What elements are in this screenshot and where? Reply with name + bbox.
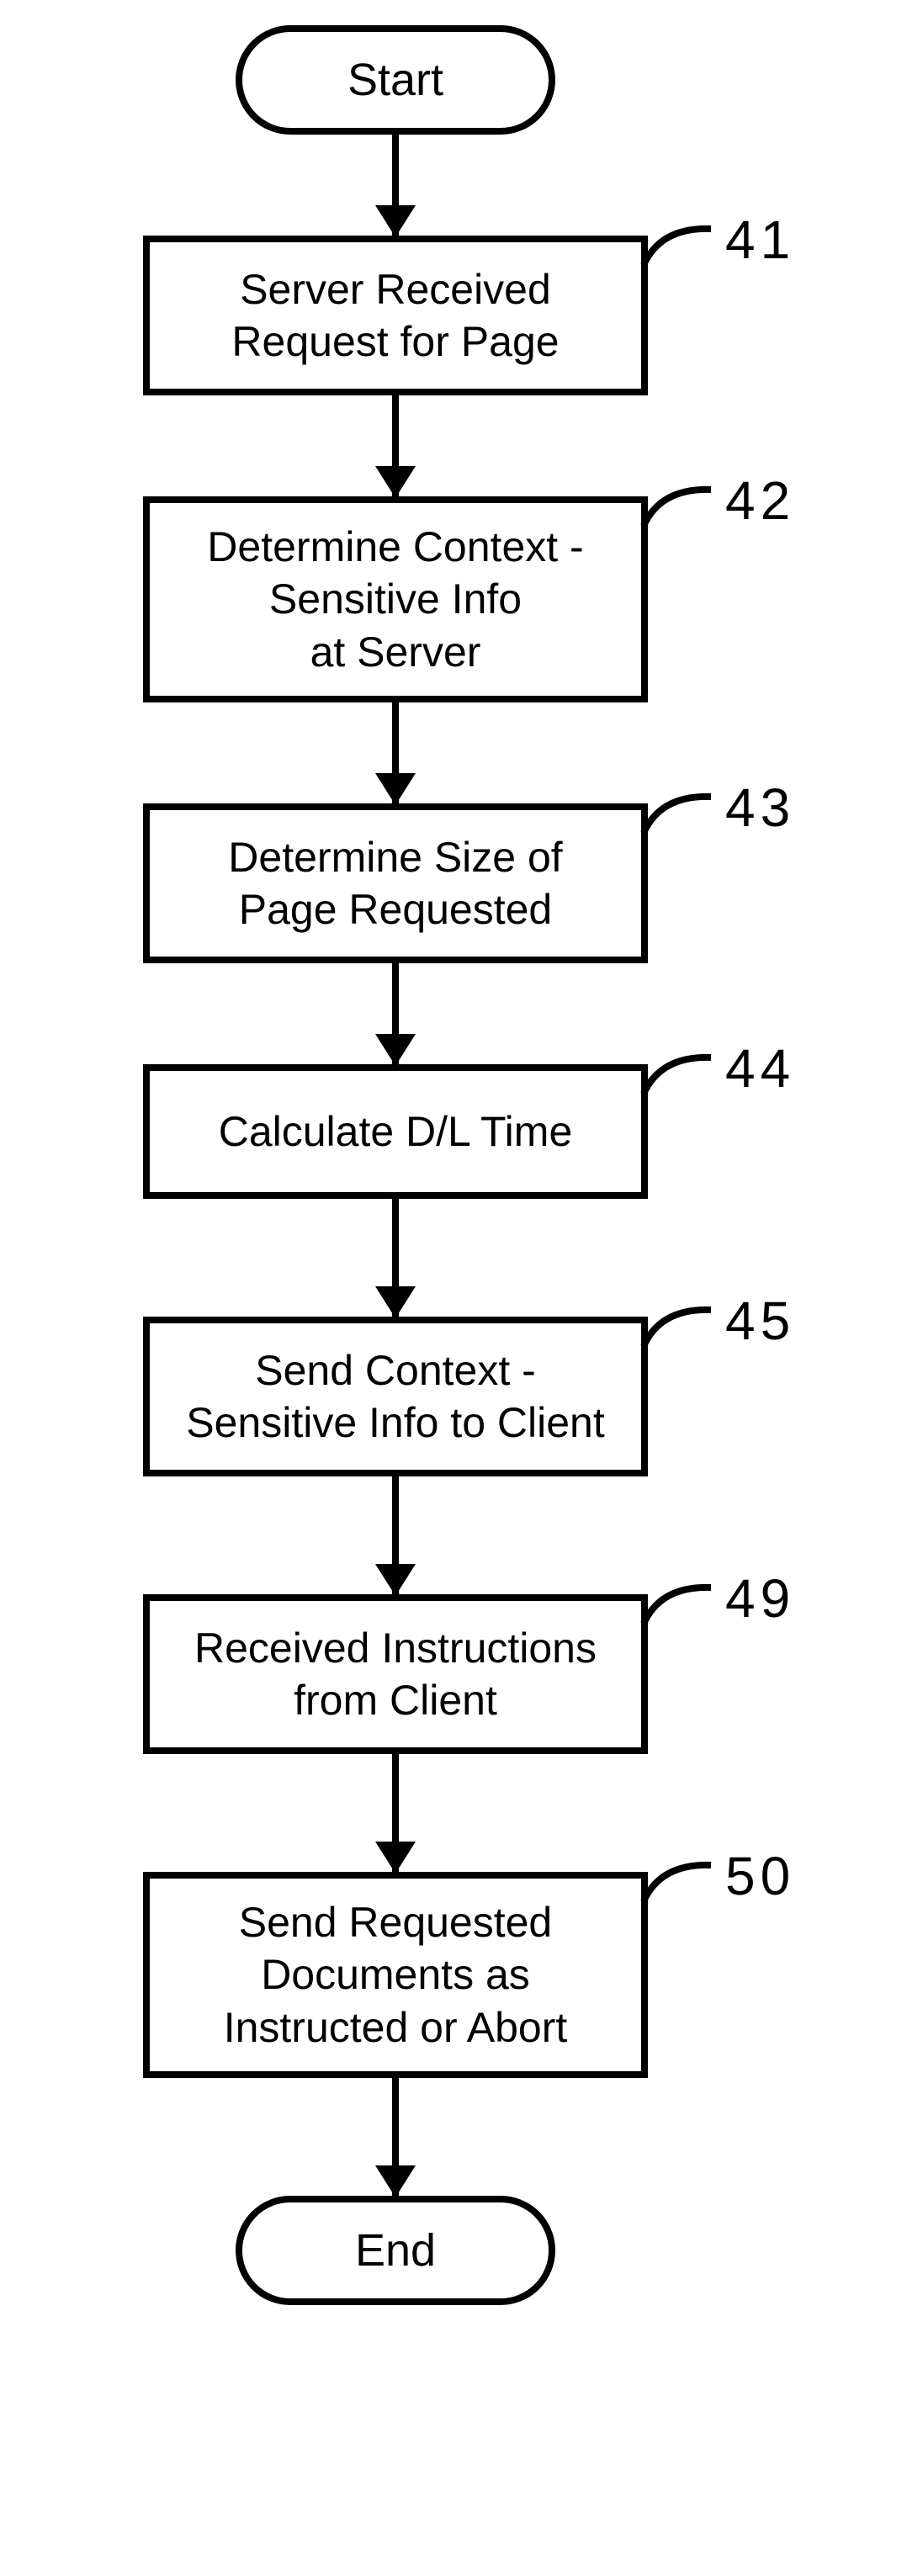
- text-line: from Client: [294, 1677, 497, 1724]
- callout-tick-44: [639, 1047, 715, 1106]
- callout-tick-42: [639, 480, 715, 538]
- text-line: Sensitive Info: [269, 575, 522, 623]
- arrow-45-49: [392, 1476, 399, 1594]
- label-49: 49: [725, 1567, 795, 1630]
- text-line: Received Instructions: [194, 1625, 597, 1672]
- process-43-text: Determine Size of Page Requested: [228, 831, 562, 936]
- text-line: Sensitive Info to Client: [186, 1399, 605, 1446]
- label-43: 43: [725, 777, 795, 839]
- text-line: Request for Page: [231, 318, 559, 365]
- callout-tick-50: [639, 1855, 715, 1914]
- process-45: Send Context - Sensitive Info to Client: [143, 1317, 648, 1476]
- callout-tick-41: [639, 219, 715, 278]
- label-44: 44: [725, 1037, 795, 1100]
- text-line: Calculate D/L Time: [219, 1108, 573, 1155]
- arrow-41-42: [392, 395, 399, 496]
- label-50: 50: [725, 1845, 795, 1907]
- process-49: Received Instructions from Client: [143, 1594, 648, 1754]
- process-49-text: Received Instructions from Client: [194, 1622, 597, 1727]
- process-50: Send Requested Documents as Instructed o…: [143, 1872, 648, 2078]
- process-41-text: Server Received Request for Page: [231, 263, 559, 368]
- start-text: Start: [347, 54, 443, 106]
- text-line: Documents as: [261, 1951, 530, 1998]
- process-45-text: Send Context - Sensitive Info to Client: [186, 1344, 605, 1450]
- text-line: Determine Size of: [228, 834, 562, 881]
- flowchart-canvas: Start Server Received Request for Page 4…: [0, 0, 923, 2576]
- start-terminator: Start: [236, 25, 555, 135]
- callout-tick-43: [639, 787, 715, 845]
- text-line: Send Requested: [239, 1899, 553, 1946]
- text-line: at Server: [310, 628, 481, 676]
- callout-tick-45: [639, 1300, 715, 1359]
- text-line: Determine Context -: [207, 523, 583, 570]
- text-line: Page Requested: [239, 886, 553, 933]
- label-41: 41: [725, 209, 795, 271]
- process-50-text: Send Requested Documents as Instructed o…: [224, 1896, 568, 2054]
- end-terminator: End: [236, 2196, 555, 2305]
- callout-tick-49: [639, 1577, 715, 1636]
- arrow-44-45: [392, 1199, 399, 1317]
- text-line: Send Context -: [255, 1347, 536, 1394]
- text-line: Instructed or Abort: [224, 2004, 568, 2051]
- process-42-text: Determine Context - Sensitive Info at Se…: [207, 521, 583, 679]
- process-43: Determine Size of Page Requested: [143, 803, 648, 963]
- arrow-start-41: [392, 135, 399, 236]
- process-44-text: Calculate D/L Time: [219, 1105, 573, 1158]
- end-text: End: [355, 2224, 436, 2277]
- arrow-50-end: [392, 2078, 399, 2196]
- process-44: Calculate D/L Time: [143, 1064, 648, 1199]
- arrow-43-44: [392, 963, 399, 1064]
- arrow-49-50: [392, 1754, 399, 1872]
- process-42: Determine Context - Sensitive Info at Se…: [143, 496, 648, 702]
- arrow-42-43: [392, 702, 399, 803]
- process-41: Server Received Request for Page: [143, 236, 648, 395]
- label-45: 45: [725, 1290, 795, 1352]
- text-line: Server Received: [240, 266, 551, 313]
- label-42: 42: [725, 469, 795, 532]
